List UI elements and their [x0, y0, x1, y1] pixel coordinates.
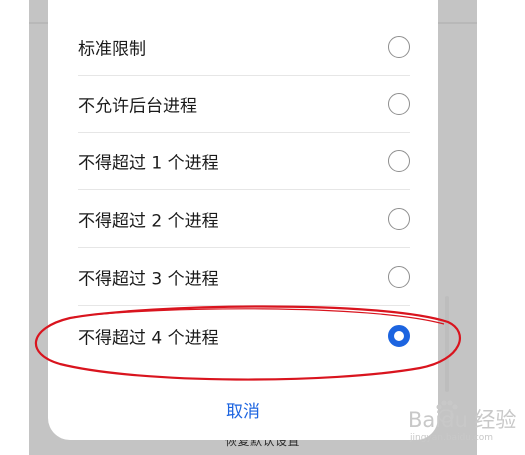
red-highlight-ellipse — [34, 305, 461, 381]
watermark-url: jingyan.baidu.com — [410, 433, 494, 443]
watermark-text: Baidu 经验 — [408, 408, 517, 432]
baidu-watermark: Baidu 经验 jingyan.baidu.com — [390, 390, 525, 455]
